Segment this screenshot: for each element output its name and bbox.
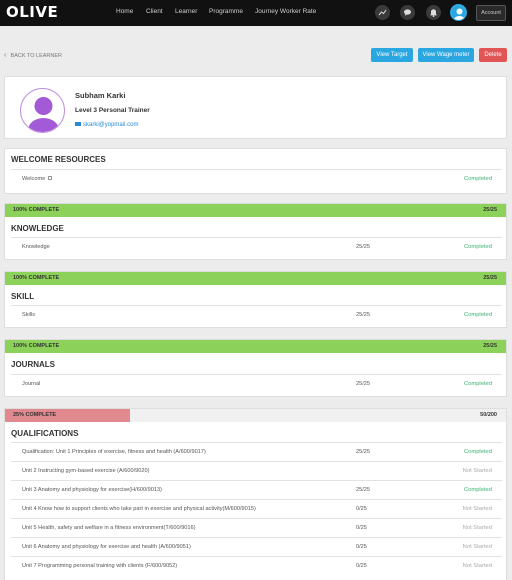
nav-journey-worker-rate[interactable]: Journey Worker Rate [255,8,316,15]
welcome-resources-section: WELCOME RESOURCES Welcome Completed [4,148,507,194]
progress-label: 100% COMPLETE [13,343,60,349]
list-item[interactable]: Unit 6 Anatomy and physiology for exerci… [11,537,502,556]
item-label: Skills [22,312,36,318]
list-item[interactable]: Qualification: Unit 1 Principles of exer… [11,442,502,461]
item-count: 0/25 [356,525,367,531]
journals-section: 100% COMPLETE 25/25 JOURNALS Journal 25/… [4,339,507,397]
status-not-started: Not Started [462,506,492,512]
nav-home[interactable]: Home [116,8,133,15]
section-title: SKILL [11,292,35,301]
status-not-started: Not Started [462,563,492,569]
delete-button[interactable]: Delete [479,48,507,62]
progress-count: 25/25 [483,343,497,349]
progress-count: 25/25 [483,275,497,281]
item-count: 0/25 [356,544,367,550]
item-label: Unit 4 Know how to support clients who t… [22,506,256,512]
list-item[interactable]: Unit 7 Programming personal training wit… [11,556,502,575]
bell-icon[interactable] [426,5,441,20]
olive-logo[interactable]: OLIVE [6,3,58,21]
status-completed: Completed [463,449,492,455]
list-item[interactable]: Unit 2 Instructing gym-based exercise (A… [11,461,502,480]
item-label: Unit 5 Health, safety and welfare in a f… [22,525,196,531]
item-label: Unit 6 Anatomy and physiology for exerci… [22,544,191,550]
back-label: BACK TO LEARNER [10,53,62,59]
item-label: Knowledge [22,244,50,250]
status-completed: Completed [463,312,492,318]
list-item[interactable]: Skills 25/25 Completed [11,305,502,324]
top-navbar: OLIVE Home Client Learner Programme Jour… [0,0,512,26]
external-link-icon [48,176,52,180]
account-button[interactable]: Account [476,5,506,21]
nav-programme[interactable]: Programme [209,8,243,15]
skill-section: 100% COMPLETE 25/25 SKILL Skills 25/25 C… [4,271,507,328]
item-label: Welcome [22,176,46,182]
progress-label: 100% COMPLETE [13,275,60,281]
list-item[interactable]: Unit 5 Health, safety and welfare in a f… [11,518,502,537]
list-item[interactable]: Unit 3 Anatomy and physiology for exerci… [11,480,502,499]
status-completed: Completed [463,381,492,387]
progress-count: 25/25 [483,207,497,213]
learner-name: Subham Karki [75,91,126,100]
envelope-icon [75,122,81,127]
knowledge-section: 100% COMPLETE 25/25 KNOWLEDGE Knowledge … [4,203,507,260]
list-item[interactable]: Knowledge 25/25 Completed [11,237,502,256]
item-count: 0/25 [356,506,367,512]
progress-bar: 100% COMPLETE 25/25 [5,340,506,353]
nav-client[interactable]: Client [146,8,163,15]
item-count: 0/25 [356,563,367,569]
list-item[interactable]: Welcome Completed [11,169,502,188]
learner-email[interactable]: skarki@yopmail.com [75,122,138,128]
item-count: 25/25 [356,244,370,250]
status-not-started: Not Started [462,544,492,550]
section-title: KNOWLEDGE [11,224,64,233]
view-target-button[interactable]: View Target [371,48,413,62]
status-not-started: Not Started [462,468,492,474]
section-title: QUALIFICATIONS [11,429,79,438]
profile-avatar-icon [20,88,65,133]
item-count: 25/25 [356,312,370,318]
progress-bar: 100% COMPLETE 25/25 [5,272,506,285]
view-wage-meter-button[interactable]: View Wage meter [418,48,474,62]
progress-bar: 25% COMPLETE 50/200 [5,409,506,422]
list-item[interactable]: Unit 4 Know how to support clients who t… [11,499,502,518]
item-label: Unit 7 Programming personal training wit… [22,563,178,569]
status-completed: Completed [463,244,492,250]
status-not-started: Not Started [462,525,492,531]
section-title: JOURNALS [11,360,56,369]
progress-label: 25% COMPLETE [13,412,57,418]
chart-icon[interactable] [375,5,390,20]
email-text: skarki@yopmail.com [83,122,139,128]
status-completed: Completed [463,176,492,182]
profile-card: Subham Karki Level 3 Personal Trainer sk… [4,76,507,139]
status-completed: Completed [463,487,492,493]
back-to-learner-link[interactable]: ‹ BACK TO LEARNER [4,52,62,59]
item-count: 25/25 [356,449,370,455]
item-label: Unit 3 Anatomy and physiology for exerci… [22,487,162,493]
item-label: Journal [22,381,41,387]
learner-programme: Level 3 Personal Trainer [75,107,150,114]
section-title: WELCOME RESOURCES [11,155,106,164]
user-avatar-icon[interactable] [450,4,467,21]
progress-bar: 100% COMPLETE 25/25 [5,204,506,217]
item-count: 25/25 [356,487,370,493]
item-label: Unit 2 Instructing gym-based exercise (A… [22,468,150,474]
chat-icon[interactable] [400,5,415,20]
qualifications-section: 25% COMPLETE 50/200 QUALIFICATIONS Quali… [4,408,507,580]
chevron-left-icon: ‹ [4,52,7,59]
nav-learner[interactable]: Learner [175,8,197,15]
list-item[interactable]: Journal 25/25 Completed [11,374,502,393]
item-count: 25/25 [356,381,370,387]
progress-count: 50/200 [480,412,497,418]
item-label: Qualification: Unit 1 Principles of exer… [22,449,206,455]
progress-label: 100% COMPLETE [13,207,60,213]
